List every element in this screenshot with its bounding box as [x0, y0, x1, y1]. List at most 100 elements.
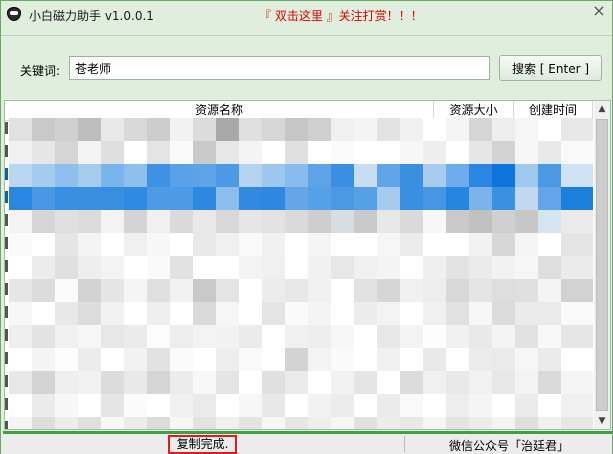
mosaic-cell	[308, 417, 331, 429]
scroll-down-icon[interactable]: ▼	[594, 413, 610, 429]
mosaic-cell	[561, 141, 593, 164]
mosaic-cell	[101, 210, 124, 233]
mosaic-cell	[515, 164, 538, 187]
table-row[interactable]	[5, 118, 593, 141]
mosaic-cell	[423, 164, 446, 187]
table-row[interactable]	[5, 256, 593, 279]
mosaic-cell	[446, 141, 469, 164]
mosaic-cell	[377, 417, 400, 429]
mosaic-cell	[239, 279, 262, 302]
mosaic-cell	[561, 371, 593, 394]
status-bar: 复制完成. 微信公众号「治廷君」	[1, 434, 612, 454]
mosaic-cell	[101, 141, 124, 164]
table-row[interactable]	[5, 417, 593, 429]
mosaic-cell	[285, 348, 308, 371]
mosaic-cell	[285, 417, 308, 429]
mosaic-cell	[101, 348, 124, 371]
mosaic-cell	[193, 302, 216, 325]
mosaic-cell	[101, 118, 124, 141]
mosaic-cell	[147, 325, 170, 348]
mosaic-cell	[9, 394, 32, 417]
results-list[interactable]: 资源名称 资源大小 创建时间 ▲ ▼	[4, 100, 611, 430]
mosaic-cell	[216, 302, 239, 325]
mosaic-cell	[331, 187, 354, 210]
mosaic-cell	[538, 302, 561, 325]
mosaic-cell	[124, 417, 147, 429]
mosaic-cell	[285, 394, 308, 417]
mosaic-cell	[147, 256, 170, 279]
mosaic-cell	[331, 233, 354, 256]
mosaic-cell	[561, 256, 593, 279]
table-row[interactable]	[5, 325, 593, 348]
mosaic-cell	[55, 141, 78, 164]
keyword-input[interactable]	[69, 56, 490, 80]
mosaic-cell	[354, 348, 377, 371]
mosaic-cell	[55, 233, 78, 256]
mosaic-cell	[32, 417, 55, 429]
table-row-selected[interactable]	[5, 187, 593, 210]
mosaic-cell	[515, 348, 538, 371]
mosaic-cell	[55, 187, 78, 210]
title-bar[interactable]: 小白磁力助手 v1.0.0.1 『 双击这里 』关注打赏！！！ ×	[1, 1, 612, 33]
mosaic-cell	[78, 256, 101, 279]
mosaic-cell	[124, 394, 147, 417]
vertical-scrollbar[interactable]: ▲ ▼	[594, 101, 610, 429]
mosaic-cell	[239, 371, 262, 394]
row-marker	[5, 306, 8, 318]
row-marker	[5, 421, 8, 429]
mosaic-cell	[515, 325, 538, 348]
mosaic-cell	[9, 325, 32, 348]
mosaic-cell	[400, 164, 423, 187]
table-row[interactable]	[5, 371, 593, 394]
mosaic-cell	[239, 187, 262, 210]
mosaic-cell	[262, 348, 285, 371]
mosaic-cell	[193, 187, 216, 210]
mosaic-cell	[515, 279, 538, 302]
table-row[interactable]	[5, 348, 593, 371]
mosaic-cell	[55, 302, 78, 325]
mosaic-cell	[9, 256, 32, 279]
mosaic-cell	[216, 394, 239, 417]
mosaic-cell	[492, 233, 515, 256]
mosaic-cell	[9, 417, 32, 429]
table-row[interactable]	[5, 302, 593, 325]
mosaic-cell	[78, 325, 101, 348]
mosaic-cell	[446, 164, 469, 187]
mosaic-cell	[101, 279, 124, 302]
mosaic-cell	[285, 256, 308, 279]
mosaic-cell	[308, 279, 331, 302]
row-marker	[5, 375, 8, 387]
search-button[interactable]: 搜索 [ Enter ]	[499, 55, 602, 81]
mosaic-cell	[101, 187, 124, 210]
mosaic-cell	[170, 141, 193, 164]
table-row[interactable]	[5, 141, 593, 164]
table-row[interactable]	[5, 394, 593, 417]
table-row[interactable]	[5, 210, 593, 233]
mosaic-cell	[101, 302, 124, 325]
mosaic-cell	[239, 325, 262, 348]
mosaic-cell	[331, 302, 354, 325]
close-icon[interactable]: ×	[587, 1, 611, 23]
mosaic-cell	[331, 256, 354, 279]
scroll-thumb[interactable]	[596, 119, 608, 411]
mosaic-cell	[124, 302, 147, 325]
mosaic-cell	[423, 302, 446, 325]
title-divider	[1, 35, 612, 36]
scroll-up-icon[interactable]: ▲	[594, 101, 610, 117]
mosaic-cell	[538, 256, 561, 279]
mosaic-cell	[170, 187, 193, 210]
mosaic-cell	[239, 302, 262, 325]
mosaic-cell	[32, 233, 55, 256]
table-row-selected[interactable]	[5, 164, 593, 187]
mosaic-cell	[9, 187, 32, 210]
mosaic-cell	[331, 164, 354, 187]
mosaic-cell	[216, 118, 239, 141]
table-row[interactable]	[5, 233, 593, 256]
mosaic-cell	[239, 417, 262, 429]
mosaic-cell	[239, 164, 262, 187]
promo-link[interactable]: 『 双击这里 』关注打赏！！！	[259, 7, 423, 24]
mosaic-cell	[492, 279, 515, 302]
mosaic-cell	[400, 394, 423, 417]
mosaic-cell	[285, 279, 308, 302]
table-row[interactable]	[5, 279, 593, 302]
